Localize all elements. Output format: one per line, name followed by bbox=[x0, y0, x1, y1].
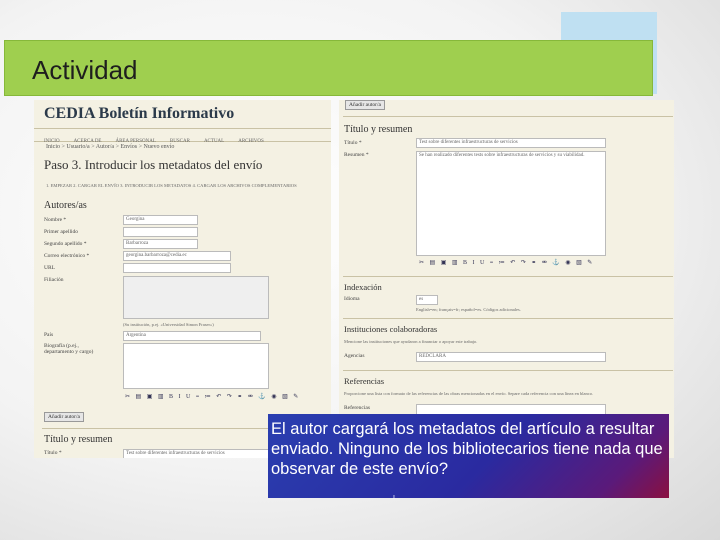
primer-apellido-input[interactable] bbox=[123, 227, 198, 237]
idioma-input[interactable]: es bbox=[416, 295, 438, 305]
caption-box: El autor cargará los metadatos del artíc… bbox=[268, 414, 669, 501]
filiacion-hint: (Su institución, p.ej. «Universidad Simo… bbox=[123, 322, 214, 327]
breadcrumb: Inicio > Usuario/a > Autor/a > Envíos > … bbox=[46, 144, 175, 150]
pais-label: País bbox=[44, 332, 54, 338]
references-hint: Proporcione una lista con formato de las… bbox=[344, 391, 594, 396]
editor-toolbar[interactable]: ✂ ▤ ▣ ▥ B I U ≡ ≔ ↶ ↷ ⚭ ⚮ ⚓ ◉ ▧ ✎ bbox=[419, 259, 594, 267]
resumen-label: Resumen * bbox=[344, 152, 369, 158]
filiacion-textarea[interactable] bbox=[123, 276, 269, 319]
url-label: URL bbox=[44, 265, 55, 271]
title-abstract-heading: Título y resumen bbox=[344, 124, 413, 135]
nombre-label: Nombre * bbox=[44, 217, 67, 223]
titulo-label: Título * bbox=[44, 450, 62, 456]
pais-select[interactable]: Argentina bbox=[123, 331, 261, 341]
journal-brand: CEDIA Boletín Informativo bbox=[44, 105, 235, 122]
left-screenshot: CEDIA Boletín Informativo INICIO ACERCA … bbox=[34, 100, 331, 458]
nav-item[interactable]: ACTUAL bbox=[204, 139, 224, 144]
correo-input[interactable]: georgina.barbarroza@cedia.ec bbox=[123, 251, 231, 261]
segundo-apellido-label: Segundo apellido * bbox=[44, 241, 87, 247]
filiacion-label: Filiación bbox=[44, 277, 64, 283]
segundo-apellido-input[interactable]: Barbarroza bbox=[123, 239, 198, 249]
biografia-label: Biografía (p.ej., departamento y cargo) bbox=[44, 343, 94, 355]
caption-text: El autor cargará los metadatos del artíc… bbox=[271, 420, 663, 478]
editor-toolbar[interactable]: ✂ ▤ ▣ ▥ B I U ≡ ≔ ↶ ↷ ⚭ ⚮ ⚓ ◉ ▧ ✎ bbox=[125, 393, 300, 401]
indexing-heading: Indexación bbox=[344, 282, 382, 292]
biografia-textarea[interactable] bbox=[123, 343, 269, 389]
institutions-hint: Mencione las instituciones que ayudaron … bbox=[344, 339, 478, 344]
divider bbox=[343, 276, 673, 277]
referencias-label: Referencias bbox=[344, 405, 370, 411]
titulo-label: Título * bbox=[344, 140, 362, 146]
journal-nav: INICIO ACERCA DE ÁREA PERSONAL BUSCAR AC… bbox=[34, 128, 331, 144]
primer-apellido-label: Primer apellido bbox=[44, 229, 79, 235]
agencias-input[interactable]: REDCLARA bbox=[416, 352, 606, 362]
resumen-textarea[interactable]: Se han realizado diferentes tests sobre … bbox=[416, 151, 606, 256]
agencias-label: Agencias bbox=[344, 353, 365, 359]
title-bar: Actividad bbox=[4, 40, 653, 96]
correo-label: Correo electrónico * bbox=[44, 253, 90, 259]
right-screenshot: Añadir autor/a Título y resumen Título *… bbox=[339, 100, 674, 458]
slide-title: Actividad bbox=[32, 55, 138, 85]
references-heading: Referencias bbox=[344, 376, 385, 386]
divider bbox=[343, 116, 673, 117]
page-heading: Paso 3. Introducir los metadatos del env… bbox=[44, 157, 263, 172]
authors-heading: Autores/as bbox=[44, 200, 87, 211]
institutions-heading: Instituciones colaboradoras bbox=[344, 324, 438, 334]
divider bbox=[343, 318, 673, 319]
steps-indicator: 1. EMPEZAR 2. CARGAR EL ENVÍO 3. INTRODU… bbox=[46, 183, 297, 188]
title-abstract-heading: Título y resumen bbox=[44, 434, 113, 445]
add-author-button-top[interactable]: Añadir autor/a bbox=[345, 100, 385, 110]
nav-item[interactable]: ARCHIVOS bbox=[238, 139, 264, 144]
idioma-hint: English=en; français=fr; español=es. Cód… bbox=[416, 307, 521, 312]
divider bbox=[343, 370, 673, 371]
url-input[interactable] bbox=[123, 263, 231, 273]
nombre-input[interactable]: Georgina bbox=[123, 215, 198, 225]
caption-mark: ı bbox=[393, 494, 395, 501]
add-author-button[interactable]: Añadir autor/a bbox=[44, 412, 84, 422]
idioma-label: Idioma bbox=[344, 296, 360, 302]
titulo-input[interactable]: Test sobre diferentes infraestructuras d… bbox=[416, 138, 606, 148]
